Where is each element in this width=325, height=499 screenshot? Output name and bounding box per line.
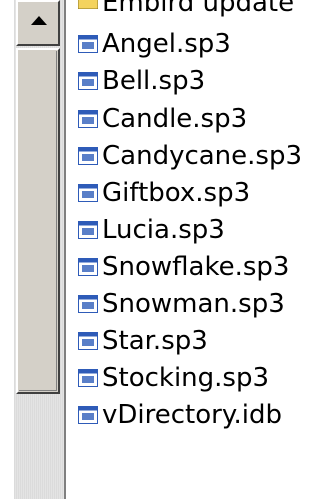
document-icon: [78, 406, 98, 424]
document-icon: [78, 332, 98, 350]
list-item-label: Snowman.sp3: [102, 289, 285, 319]
list-item-file-candycane[interactable]: Candycane.sp3: [78, 141, 302, 171]
list-item-file-giftbox[interactable]: Giftbox.sp3: [78, 178, 250, 208]
left-edge: [0, 0, 14, 499]
list-item-label: Angel.sp3: [102, 29, 231, 59]
list-item-folder-embird-update[interactable]: Embird update: [78, 0, 294, 18]
document-icon: [78, 184, 98, 202]
document-icon: [78, 110, 98, 128]
list-item-label: Lucia.sp3: [102, 215, 225, 245]
list-item-file-lucia[interactable]: Lucia.sp3: [78, 215, 225, 245]
scroll-thumb[interactable]: [16, 48, 60, 394]
list-item-file-candle[interactable]: Candle.sp3: [78, 104, 247, 134]
list-item-label: Star.sp3: [102, 326, 208, 356]
folder-icon: [78, 0, 98, 9]
vertical-scrollbar[interactable]: [14, 0, 64, 499]
document-icon: [78, 258, 98, 276]
list-item-file-star[interactable]: Star.sp3: [78, 326, 208, 356]
list-item-label: vDirectory.idb: [102, 400, 283, 430]
list-item-label: Candle.sp3: [102, 104, 248, 134]
scroll-up-arrow-icon[interactable]: [16, 0, 60, 46]
file-list-pane: Embird update Angel.sp3 Bell.sp3 Candle.…: [66, 0, 325, 499]
document-icon: [78, 295, 98, 313]
list-item-label: Embird update: [102, 0, 295, 18]
document-icon: [78, 221, 98, 239]
list-item-label: Bell.sp3: [102, 66, 206, 96]
list-item-file-bell[interactable]: Bell.sp3: [78, 66, 205, 96]
list-item-label: Snowflake.sp3: [102, 252, 290, 282]
document-icon: [78, 369, 98, 387]
document-icon: [78, 72, 98, 90]
document-icon: [78, 35, 98, 53]
list-item-file-stocking[interactable]: Stocking.sp3: [78, 363, 269, 393]
list-item-label: Stocking.sp3: [102, 363, 270, 393]
list-item-file-angel[interactable]: Angel.sp3: [78, 29, 231, 59]
list-item-label: Giftbox.sp3: [102, 178, 251, 208]
list-item-file-vdirectory[interactable]: vDirectory.idb: [78, 400, 282, 430]
document-icon: [78, 147, 98, 165]
list-item-label: Candycane.sp3: [102, 141, 303, 171]
list-item-file-snowflake[interactable]: Snowflake.sp3: [78, 252, 289, 282]
list-item-file-snowman[interactable]: Snowman.sp3: [78, 289, 285, 319]
file-browser-window: Embird update Angel.sp3 Bell.sp3 Candle.…: [0, 0, 325, 499]
